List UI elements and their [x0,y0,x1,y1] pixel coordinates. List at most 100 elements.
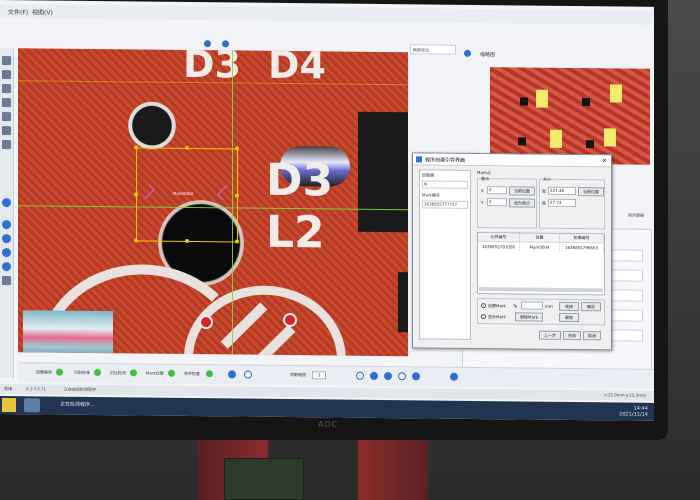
loader-field[interactable]: N [422,180,468,189]
compare-detect-button[interactable]: 对比检测 [110,370,126,376]
zoom-out-icon[interactable] [384,372,392,381]
status-ok-icon [130,369,137,377]
y-label: Y [481,200,484,206]
pcb-component-left [23,310,113,357]
recognize-standard-button[interactable]: 识别标准 [74,370,90,376]
cancel-button[interactable]: 取消 [583,331,601,341]
nav-plus-icon[interactable] [2,234,11,244]
taskbar-app-label[interactable]: 正在检测程序... [60,401,95,408]
thumb-ic [520,97,528,106]
finish-button[interactable]: 完成 [563,330,581,341]
width-input[interactable]: 221.38 [548,186,576,196]
delete-button[interactable]: 删除 [559,312,579,323]
zoom-label: 视野缩放 [290,372,306,378]
pcb-board-photo [224,458,304,500]
y-input[interactable]: 0 [487,198,507,207]
menu-file[interactable]: 文件(F) [8,7,28,16]
thumbnail-icon [464,49,471,57]
thumbnail-view[interactable] [490,67,650,165]
tool-text-icon[interactable] [2,126,11,136]
thumbnail-panel-header: 缩略图 [462,49,652,63]
table-cell[interactable]: 1636855796663 [560,243,604,253]
pcb-connector [358,111,408,233]
zoom-fit-icon[interactable] [356,371,364,380]
load-program-button[interactable]: 加载程序 [36,369,52,375]
close-icon[interactable]: × [602,157,607,164]
nav-minus-icon[interactable] [2,248,11,258]
thumb-ic [586,140,594,149]
to-input[interactable] [521,301,543,310]
nav-up-icon[interactable] [204,40,211,48]
download-alt-icon[interactable] [244,370,252,379]
thumb-chip [550,129,562,148]
x-input[interactable]: 0 [487,186,507,195]
size-current-pos-button[interactable]: 当前位置 [578,187,604,197]
roi-handle[interactable] [134,192,138,197]
silkscreen-d4-top: D4 [268,48,326,88]
tool-rect-icon[interactable] [2,84,11,94]
tool-circle-icon[interactable] [2,98,11,108]
taskbar-app-icon[interactable] [24,398,40,413]
monitor-brand: AOC [318,420,339,429]
roi-handle[interactable] [134,238,138,243]
roi-handle[interactable] [185,145,189,150]
mark-position-button[interactable]: Mark位置 [146,371,164,377]
play-icon[interactable] [412,372,420,381]
roi-handle[interactable] [185,238,189,243]
show-mark-radio[interactable] [481,314,486,320]
tool-select-icon[interactable] [2,56,11,66]
status-ok-icon [56,368,63,376]
pcb-red-pad-1 [199,315,213,330]
nav-up-arrow-icon[interactable] [222,40,229,48]
confirm-button[interactable]: 确定 [581,302,601,312]
table-cell[interactable]: 1636855781080 [478,243,520,252]
roi-handle[interactable] [235,146,239,151]
download-icon[interactable] [228,370,236,379]
tool-move-icon[interactable] [2,70,11,80]
tool-line-icon[interactable] [2,140,11,150]
start-button-icon[interactable] [2,398,16,413]
status-right: x:25.9mm y:15.3mm [604,392,646,398]
menu-bar: 文件(F) 视图(V) [0,4,654,25]
menu-view[interactable]: 视图(V) [32,7,53,16]
left-tool-strip [0,48,14,379]
table-header: 元件编号 [478,233,520,243]
status-ok-icon [168,369,175,377]
dialog-titlebar[interactable]: 程序创建引导界面 × [413,153,611,168]
nav-grid-icon[interactable] [2,276,11,286]
nav-fit-icon[interactable] [2,262,11,272]
set-origin-button[interactable]: 设为原点 [509,198,535,208]
connect-button[interactable]: 连接 [559,301,579,312]
settings-icon[interactable] [450,372,458,381]
roi-handle[interactable] [235,239,239,244]
refresh-icon[interactable] [398,372,406,381]
status-ok-icon [206,370,213,378]
refresh-position-button[interactable]: 刷新定位 [410,44,456,55]
create-mark-radio[interactable] [481,303,486,309]
delete-mark-button[interactable]: 删除Mark [515,312,543,322]
taskbar-clock: 14:44 2021/11/14 [619,405,648,418]
height-input[interactable]: 27.73 [548,198,576,208]
table-cell[interactable]: Mark0004 [520,243,560,252]
prev-step-button[interactable]: 上一步 [539,330,561,340]
tool-measure-icon[interactable] [2,112,11,122]
sync-follow-button[interactable]: 同步跟随 [628,213,652,222]
camera-view[interactable]: D3 D4 D3 L2 Mark0004 [18,48,408,357]
table-header: 轮廓编号 [560,233,604,244]
mark-roi-box[interactable]: Mark0004 [134,145,239,244]
roi-handle[interactable] [134,145,138,150]
mark-number-value[interactable]: 1636855777727 [422,200,468,209]
zoom-input[interactable]: 3 [312,371,326,380]
roi-handle[interactable] [235,193,239,198]
condition-check-button[interactable]: 条件检查 [184,371,200,377]
zoom-in-icon[interactable] [370,371,378,380]
screen: 文件(F) 视图(V) 刷新定位 D3 D4 D3 L2 Mark0004 缩略… [0,0,654,421]
nav-eye-icon[interactable] [2,220,11,230]
thumb-chip [604,128,616,147]
base-current-pos-button[interactable]: 当前位置 [509,186,535,196]
thumb-ic [518,137,526,146]
table-scrollbar[interactable] [479,287,603,293]
status-ok-icon [94,368,101,377]
status-left: 就绪 [4,386,12,392]
nav-left-icon[interactable] [2,198,11,208]
